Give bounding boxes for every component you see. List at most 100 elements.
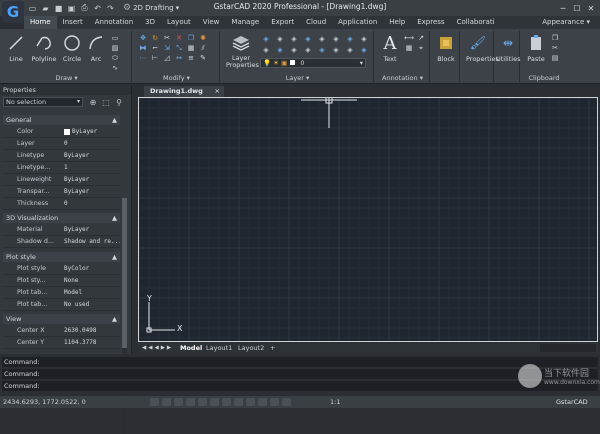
layer-isolate-icon[interactable]: ◈ xyxy=(274,34,286,43)
erase-icon[interactable]: ✕ xyxy=(174,34,184,42)
properties-button[interactable]: 🖌 Properties xyxy=(466,33,499,64)
tab-export[interactable]: Export xyxy=(265,16,300,29)
polyline-button[interactable]: Polyline xyxy=(30,33,58,63)
selection-dropdown[interactable]: No selection xyxy=(3,97,83,107)
layer-off-icon[interactable]: ◈ xyxy=(288,34,300,43)
layer-properties-button[interactable]: Layer Properties xyxy=(226,33,259,69)
layer-lock-icon[interactable]: ◈ xyxy=(316,34,328,43)
spline-icon[interactable]: ∿ xyxy=(110,64,120,72)
edit-icon[interactable]: ✎ xyxy=(198,54,208,62)
tab-manage[interactable]: Manage xyxy=(225,16,265,29)
layer-on-icon[interactable]: ◈ xyxy=(274,45,286,54)
transparency-toggle[interactable] xyxy=(246,398,255,406)
tab-collaborati[interactable]: Collaborati xyxy=(451,16,501,29)
modify-panel-title[interactable]: Modify ▾ xyxy=(134,74,219,82)
grid-toggle[interactable] xyxy=(162,398,171,406)
otrack-toggle[interactable] xyxy=(210,398,219,406)
layer-match-icon[interactable]: ◈ xyxy=(330,34,342,43)
layer-delete-icon[interactable]: ◈ xyxy=(330,45,342,54)
draw-panel-title[interactable]: Draw ▾ xyxy=(2,74,131,82)
new-file-icon[interactable]: ▭ xyxy=(27,3,38,14)
tab-express[interactable]: Express xyxy=(411,16,450,29)
annotation-panel-title[interactable]: Annotation ▾ xyxy=(376,74,429,82)
utilities-button[interactable]: ⇹ Utilities xyxy=(496,33,520,63)
ellipse-icon[interactable]: ⬭ xyxy=(110,54,120,62)
section-general[interactable]: General ▲ xyxy=(3,115,120,125)
property-row[interactable]: Lineweight ByLayer xyxy=(3,174,120,186)
hatch-icon[interactable]: ▨ xyxy=(110,44,120,52)
annotation-scale[interactable]: 1:1 xyxy=(330,396,340,408)
layout-nav-arrows[interactable]: ◀◀◀▶▶ xyxy=(142,343,173,353)
lengthen-icon[interactable]: ↔ xyxy=(174,54,184,62)
property-row[interactable]: Transpar... ByLayer xyxy=(3,186,120,198)
property-row[interactable]: Color ByLayer xyxy=(3,126,120,138)
section-plot[interactable]: Plot style ▲ xyxy=(3,252,120,262)
rectangle-icon[interactable]: ▭ xyxy=(110,34,120,42)
open-folder-icon[interactable]: ▰ xyxy=(40,3,51,14)
annotation-visibility-toggle[interactable] xyxy=(282,398,291,406)
app-logo[interactable]: G xyxy=(2,1,24,23)
section-view[interactable]: View ▲ xyxy=(3,314,120,324)
tab-view[interactable]: View xyxy=(197,16,226,29)
layer-state-icon[interactable]: ◈ xyxy=(260,34,272,43)
dyn-toggle[interactable] xyxy=(234,398,243,406)
close-icon[interactable]: × xyxy=(215,86,220,97)
command-input[interactable]: Command: xyxy=(2,381,598,391)
copy-icon[interactable]: ❐ xyxy=(186,34,196,42)
property-row[interactable]: Plot sty... None xyxy=(3,275,120,287)
tab-layout1[interactable]: Layout1 xyxy=(206,343,232,353)
arc-button[interactable]: Arc xyxy=(84,33,108,63)
property-row[interactable]: Linetype ByLayer xyxy=(3,150,120,162)
osnap-toggle[interactable] xyxy=(198,398,207,406)
tab-model[interactable]: Model xyxy=(180,343,202,353)
save-icon[interactable]: ■ xyxy=(53,3,64,14)
property-row[interactable]: Material ByLayer xyxy=(3,224,120,236)
tab-insert[interactable]: Insert xyxy=(57,16,89,29)
dimension-icon[interactable]: ⟷ xyxy=(404,34,414,42)
line-button[interactable]: Line xyxy=(4,33,28,63)
scale-icon[interactable]: ⤡ xyxy=(174,44,184,52)
property-row[interactable]: Plot tab... Model xyxy=(3,287,120,299)
layer-freeze-icon[interactable]: ◈ xyxy=(302,34,314,43)
layer-walk-icon[interactable]: ◈ xyxy=(358,34,370,43)
fillet-icon[interactable]: ⌐ xyxy=(150,44,160,52)
tab-3d[interactable]: 3D xyxy=(139,16,161,29)
copy-clip-icon[interactable]: ❐ xyxy=(550,34,560,42)
property-row[interactable]: Shadow d... Shadow and re... xyxy=(3,236,120,248)
circle-button[interactable]: Circle xyxy=(60,33,84,63)
close-button[interactable]: ✕ xyxy=(584,0,598,16)
layer-panel-title[interactable]: Layer ▾ xyxy=(222,74,373,82)
rotate-icon[interactable]: ↻ xyxy=(150,34,160,42)
paste-button[interactable]: Paste xyxy=(524,33,548,63)
appearance-menu[interactable]: Appearance ▾ xyxy=(542,16,590,29)
model-space-toggle[interactable] xyxy=(270,398,279,406)
ortho-toggle[interactable] xyxy=(174,398,183,406)
property-row[interactable]: Center Y 1104.3778 xyxy=(3,337,120,349)
align-icon[interactable]: ≡ xyxy=(186,54,196,62)
layer-thaw-icon[interactable]: ◈ xyxy=(288,45,300,54)
property-row[interactable]: Center X 2630.0498 xyxy=(3,325,120,337)
leader-icon[interactable]: ↗ xyxy=(416,34,426,42)
join-icon[interactable]: ⊢ xyxy=(150,54,160,62)
redo-icon[interactable]: ↷ xyxy=(105,3,116,14)
explode-icon[interactable]: ✺ xyxy=(198,34,208,42)
drawing-canvas[interactable]: Y X xyxy=(138,97,598,342)
property-row[interactable]: Plot style ByColor xyxy=(3,263,120,275)
block-button[interactable]: Block xyxy=(434,33,458,63)
undo-icon[interactable]: ↶ xyxy=(92,3,103,14)
print-icon[interactable]: ⎙ xyxy=(79,3,90,14)
scrollbar-thumb[interactable] xyxy=(122,198,127,348)
property-row[interactable]: Linetype... 1 xyxy=(3,162,120,174)
tab-annotation[interactable]: Annotation xyxy=(89,16,139,29)
layer-unisolate-icon[interactable]: ◈ xyxy=(260,45,272,54)
array-icon[interactable]: ▦ xyxy=(186,44,196,52)
doc-tab-drawing1[interactable]: Drawing1.dwg × xyxy=(144,86,224,97)
pickadd-icon[interactable]: ⊕ xyxy=(88,98,98,107)
chamfer-icon[interactable]: ◿ xyxy=(162,54,172,62)
section-visualization[interactable]: 3D Visualization ▲ xyxy=(3,213,120,223)
layer-prev-icon[interactable]: ◈ xyxy=(344,34,356,43)
add-layout-tab[interactable]: + xyxy=(270,343,275,353)
move-icon[interactable]: ✥ xyxy=(138,34,148,42)
tab-layout2[interactable]: Layout2 xyxy=(238,343,264,353)
property-row[interactable]: Layer 0 xyxy=(3,138,120,150)
